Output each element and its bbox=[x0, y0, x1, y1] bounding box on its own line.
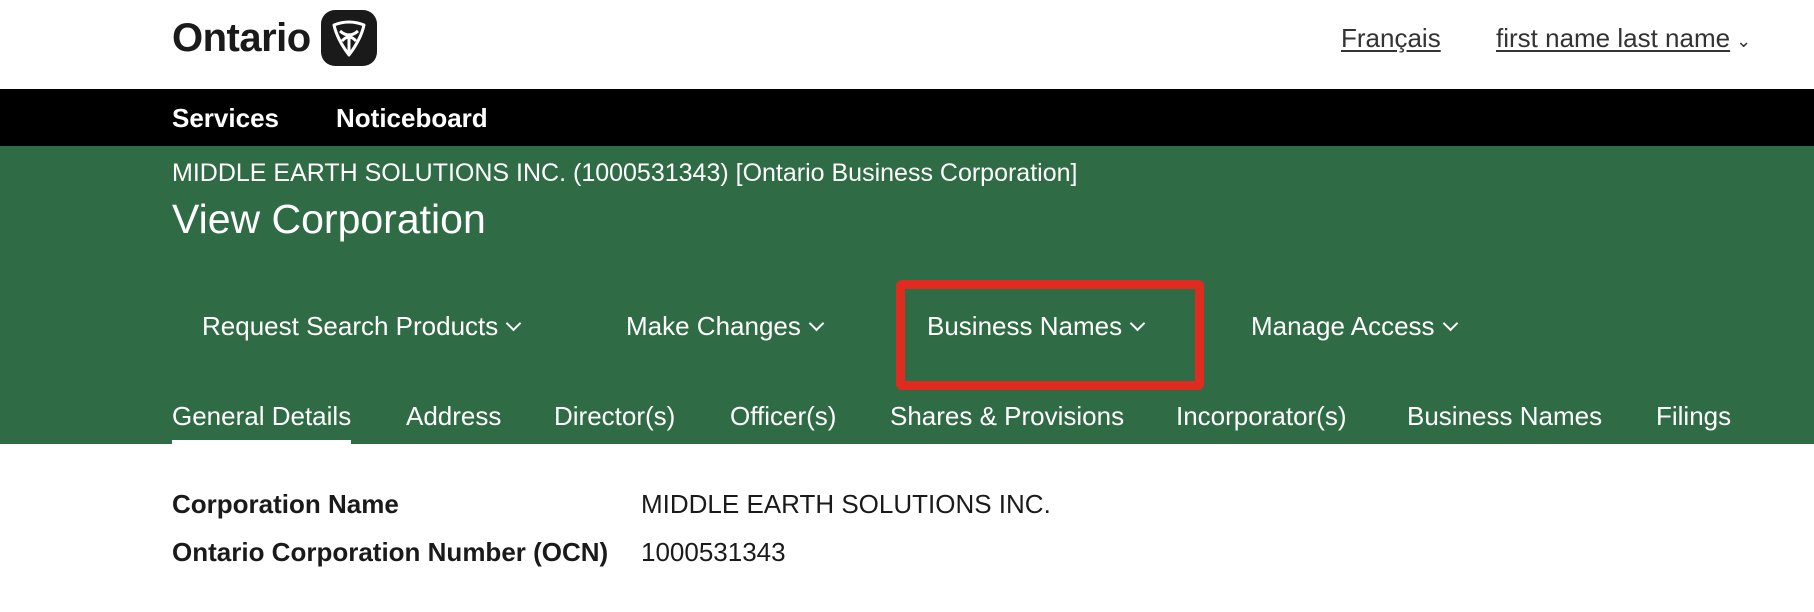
menu-label: Request Search Products bbox=[202, 311, 499, 341]
make-changes-menu[interactable]: Make Changes bbox=[626, 310, 825, 342]
tab-officers[interactable]: Officer(s) bbox=[730, 400, 836, 432]
user-menu[interactable]: first name last name ⌄ bbox=[1496, 22, 1751, 57]
trillium-logo-icon bbox=[320, 10, 377, 66]
tab-filings[interactable]: Filings bbox=[1656, 400, 1731, 432]
tab-business-names[interactable]: Business Names bbox=[1407, 400, 1602, 432]
corporation-heading: MIDDLE EARTH SOLUTIONS INC. (1000531343)… bbox=[172, 159, 1078, 187]
corporation-banner: MIDDLE EARTH SOLUTIONS INC. (1000531343)… bbox=[0, 146, 1814, 445]
chevron-down-icon bbox=[1129, 315, 1146, 332]
ocn-label: Ontario Corporation Number (OCN) bbox=[172, 537, 609, 567]
nav-noticeboard[interactable]: Noticeboard bbox=[336, 103, 488, 133]
page-title: View Corporation bbox=[172, 196, 486, 242]
user-name-label: first name last name bbox=[1496, 23, 1731, 53]
language-toggle-link[interactable]: Français bbox=[1341, 22, 1441, 54]
chevron-down-icon bbox=[506, 315, 522, 332]
chevron-down-icon bbox=[1442, 315, 1458, 332]
chevron-down-icon: ⌄ bbox=[1736, 31, 1752, 51]
ontario-logo[interactable]: Ontario bbox=[172, 7, 377, 69]
tab-general-details[interactable]: General Details bbox=[172, 400, 352, 445]
ocn-value: 1000531343 bbox=[641, 537, 786, 567]
menu-label: Make Changes bbox=[626, 311, 801, 341]
corporation-name-label: Corporation Name bbox=[172, 489, 399, 519]
tab-shares-provisions[interactable]: Shares & Provisions bbox=[890, 400, 1124, 432]
corporation-name-value: MIDDLE EARTH SOLUTIONS INC. bbox=[641, 489, 1051, 519]
request-search-products-menu[interactable]: Request Search Products bbox=[202, 310, 522, 342]
top-bar: Ontario Français first name last name ⌄ bbox=[0, 0, 1814, 89]
menu-label: Business Names bbox=[927, 311, 1123, 341]
tab-address[interactable]: Address bbox=[406, 400, 501, 432]
logo-text: Ontario bbox=[172, 16, 311, 60]
tab-incorporators[interactable]: Incorporator(s) bbox=[1176, 400, 1347, 432]
tab-directors[interactable]: Director(s) bbox=[554, 400, 675, 432]
nav-services[interactable]: Services bbox=[172, 103, 279, 133]
business-names-menu[interactable]: Business Names bbox=[927, 310, 1146, 342]
manage-access-menu[interactable]: Manage Access bbox=[1251, 310, 1458, 342]
chevron-down-icon bbox=[808, 315, 825, 332]
main-nav: Services Noticeboard bbox=[0, 89, 1814, 146]
menu-label: Manage Access bbox=[1251, 311, 1435, 341]
